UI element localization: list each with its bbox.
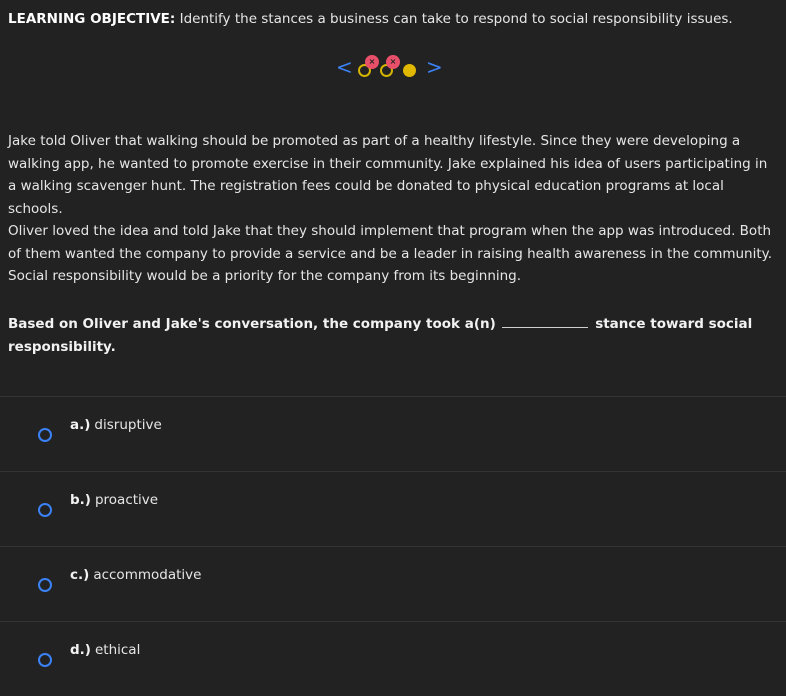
question-dot-current[interactable] [403,64,416,77]
question-navigator: < × × > [336,54,446,82]
option-a[interactable]: a.) disruptive [0,396,786,471]
radio-button[interactable] [38,428,52,442]
option-label: b.) proactive [70,492,159,508]
answer-blank [502,315,589,328]
option-label: c.) accommodative [70,567,202,583]
learning-objective: LEARNING OBJECTIVE: Identify the stances… [8,10,778,28]
incorrect-badge-icon: × [386,55,400,69]
chevron-right-icon[interactable]: > [426,56,443,78]
option-c[interactable]: c.) accommodative [0,546,786,621]
chevron-left-icon[interactable]: < [336,56,353,78]
passage-paragraph-2: Oliver loved the idea and told Jake that… [8,223,773,284]
option-label: d.) ethical [70,642,141,658]
question-text-before: Based on Oliver and Jake's conversation,… [8,316,496,332]
option-label: a.) disruptive [70,417,162,433]
objective-text: Identify the stances a business can take… [175,11,733,27]
radio-button[interactable] [38,503,52,517]
radio-button[interactable] [38,578,52,592]
question-prompt: Based on Oliver and Jake's conversation,… [8,313,778,358]
answer-options: a.) disruptive b.) proactive c.) accommodat… [0,396,786,696]
incorrect-badge-icon: × [365,55,379,69]
objective-label: LEARNING OBJECTIVE: [8,11,176,27]
option-b[interactable]: b.) proactive [0,471,786,546]
option-d[interactable]: d.) ethical [0,621,786,696]
radio-button[interactable] [38,653,52,667]
passage-paragraph-1: Jake told Oliver that walking should be … [8,133,768,217]
